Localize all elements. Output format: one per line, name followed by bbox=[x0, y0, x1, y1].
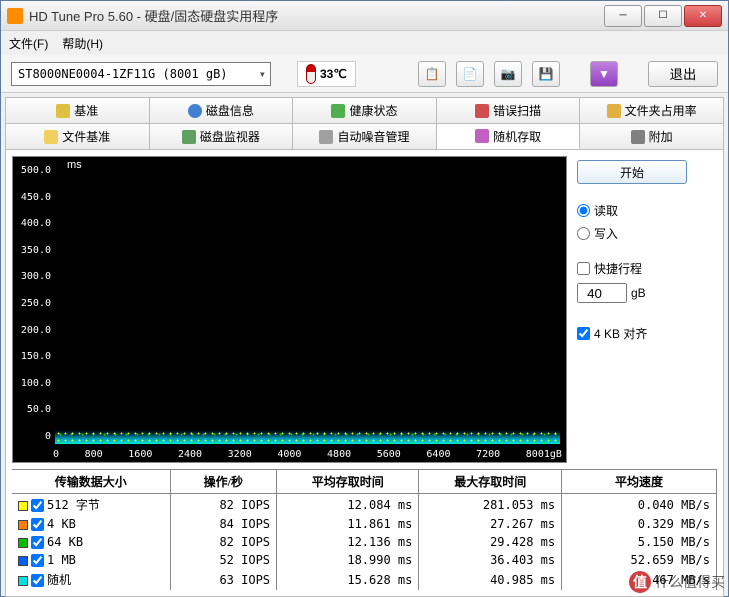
app-icon bbox=[7, 8, 23, 24]
ruler-icon bbox=[56, 104, 70, 118]
tab-monitor[interactable]: 磁盘监视器 bbox=[150, 124, 294, 149]
folder-icon bbox=[607, 104, 621, 118]
info-icon bbox=[188, 104, 202, 118]
health-icon bbox=[331, 104, 345, 118]
tab-extra[interactable]: 附加 bbox=[580, 124, 723, 149]
side-panel: 开始 读取 写入 快捷行程 gB 4 KB 对齐 bbox=[577, 156, 717, 463]
write-radio[interactable] bbox=[577, 227, 590, 240]
app-window: HD Tune Pro 5.60 - 硬盘/固态硬盘实用程序 ─ ☐ ✕ 文件(… bbox=[0, 0, 729, 597]
tab-row-upper: 基准磁盘信息健康状态错误扫描文件夹占用率 bbox=[6, 98, 723, 124]
drive-select[interactable]: ST8000NE0004-1ZF11G (8001 gB) bbox=[11, 62, 271, 86]
short-stroke-checkbox[interactable] bbox=[577, 262, 590, 275]
tabs-area: 基准磁盘信息健康状态错误扫描文件夹占用率 文件基准磁盘监视器自动噪音管理随机存取… bbox=[5, 97, 724, 597]
tab-info[interactable]: 磁盘信息 bbox=[150, 98, 294, 123]
titlebar: HD Tune Pro 5.60 - 硬盘/固态硬盘实用程序 ─ ☐ ✕ bbox=[1, 1, 728, 31]
tab-content: ms 500.0450.0400.0350.0300.0250.0200.015… bbox=[6, 150, 723, 596]
tab-random[interactable]: 随机存取 bbox=[437, 124, 581, 149]
exit-button[interactable]: 退出 bbox=[648, 61, 718, 87]
window-title: HD Tune Pro 5.60 - 硬盘/固态硬盘实用程序 bbox=[29, 6, 602, 25]
scatter-points bbox=[55, 430, 560, 444]
results-table: 传输数据大小操作/秒平均存取时间最大存取时间平均速度 512 字节82 IOPS… bbox=[12, 469, 717, 590]
tab-ruler[interactable]: 基准 bbox=[6, 98, 150, 123]
row-checkbox[interactable] bbox=[31, 499, 44, 512]
maximize-button[interactable]: ☐ bbox=[644, 5, 682, 27]
tab-health[interactable]: 健康状态 bbox=[293, 98, 437, 123]
tab-row-lower: 文件基准磁盘监视器自动噪音管理随机存取附加 bbox=[6, 124, 723, 150]
table-row: 4 KB84 IOPS11.861 ms27.267 ms0.329 MB/s bbox=[12, 515, 717, 533]
tab-folder[interactable]: 文件夹占用率 bbox=[580, 98, 723, 123]
save-button[interactable]: 💾 bbox=[532, 61, 560, 87]
temperature-display: 33℃ bbox=[297, 61, 356, 87]
chart-y-axis: 500.0450.0400.0350.0300.0250.0200.0150.0… bbox=[15, 165, 51, 442]
extra-icon bbox=[631, 130, 645, 144]
read-radio[interactable] bbox=[577, 204, 590, 217]
start-button[interactable]: 开始 bbox=[577, 160, 687, 184]
menu-help[interactable]: 帮助(H) bbox=[62, 35, 103, 52]
close-button[interactable]: ✕ bbox=[684, 5, 722, 27]
watermark-icon: 值 bbox=[629, 571, 651, 593]
tab-file[interactable]: 文件基准 bbox=[6, 124, 150, 149]
menu-file[interactable]: 文件(F) bbox=[9, 35, 48, 52]
watermark: 值 什么值得买 bbox=[629, 571, 725, 593]
copy-screenshot-button[interactable]: 📄 bbox=[456, 61, 484, 87]
copy-info-button[interactable]: 📋 bbox=[418, 61, 446, 87]
chart-x-axis: 0800160024003200400048005600640072008001… bbox=[53, 449, 562, 460]
access-time-chart: ms 500.0450.0400.0350.0300.0250.0200.015… bbox=[12, 156, 567, 463]
chart-plot-area bbox=[55, 165, 560, 444]
table-row: 1 MB52 IOPS18.990 ms36.403 ms52.659 MB/s bbox=[12, 551, 717, 569]
toolbar: ST8000NE0004-1ZF11G (8001 gB) 33℃ 📋 📄 📷 … bbox=[1, 55, 728, 93]
screenshot-button[interactable]: 📷 bbox=[494, 61, 522, 87]
tab-scan[interactable]: 错误扫描 bbox=[437, 98, 581, 123]
table-row: 512 字节82 IOPS12.084 ms281.053 ms0.040 MB… bbox=[12, 494, 717, 516]
monitor-icon bbox=[182, 130, 196, 144]
noise-icon bbox=[319, 130, 333, 144]
options-button[interactable]: ▼ bbox=[590, 61, 618, 87]
stroke-spinner[interactable] bbox=[577, 283, 627, 303]
minimize-button[interactable]: ─ bbox=[604, 5, 642, 27]
menubar: 文件(F) 帮助(H) bbox=[1, 31, 728, 55]
align-checkbox[interactable] bbox=[577, 327, 590, 340]
table-row: 随机63 IOPS15.628 ms40.985 ms32.467 MB/s bbox=[12, 569, 717, 590]
row-checkbox[interactable] bbox=[31, 536, 44, 549]
table-row: 64 KB82 IOPS12.136 ms29.428 ms5.150 MB/s bbox=[12, 533, 717, 551]
row-checkbox[interactable] bbox=[31, 518, 44, 531]
file-icon bbox=[44, 130, 58, 144]
scan-icon bbox=[475, 104, 489, 118]
tab-noise[interactable]: 自动噪音管理 bbox=[293, 124, 437, 149]
random-icon bbox=[475, 129, 489, 143]
row-checkbox[interactable] bbox=[31, 554, 44, 567]
thermometer-icon bbox=[306, 64, 316, 84]
row-checkbox[interactable] bbox=[31, 574, 44, 587]
